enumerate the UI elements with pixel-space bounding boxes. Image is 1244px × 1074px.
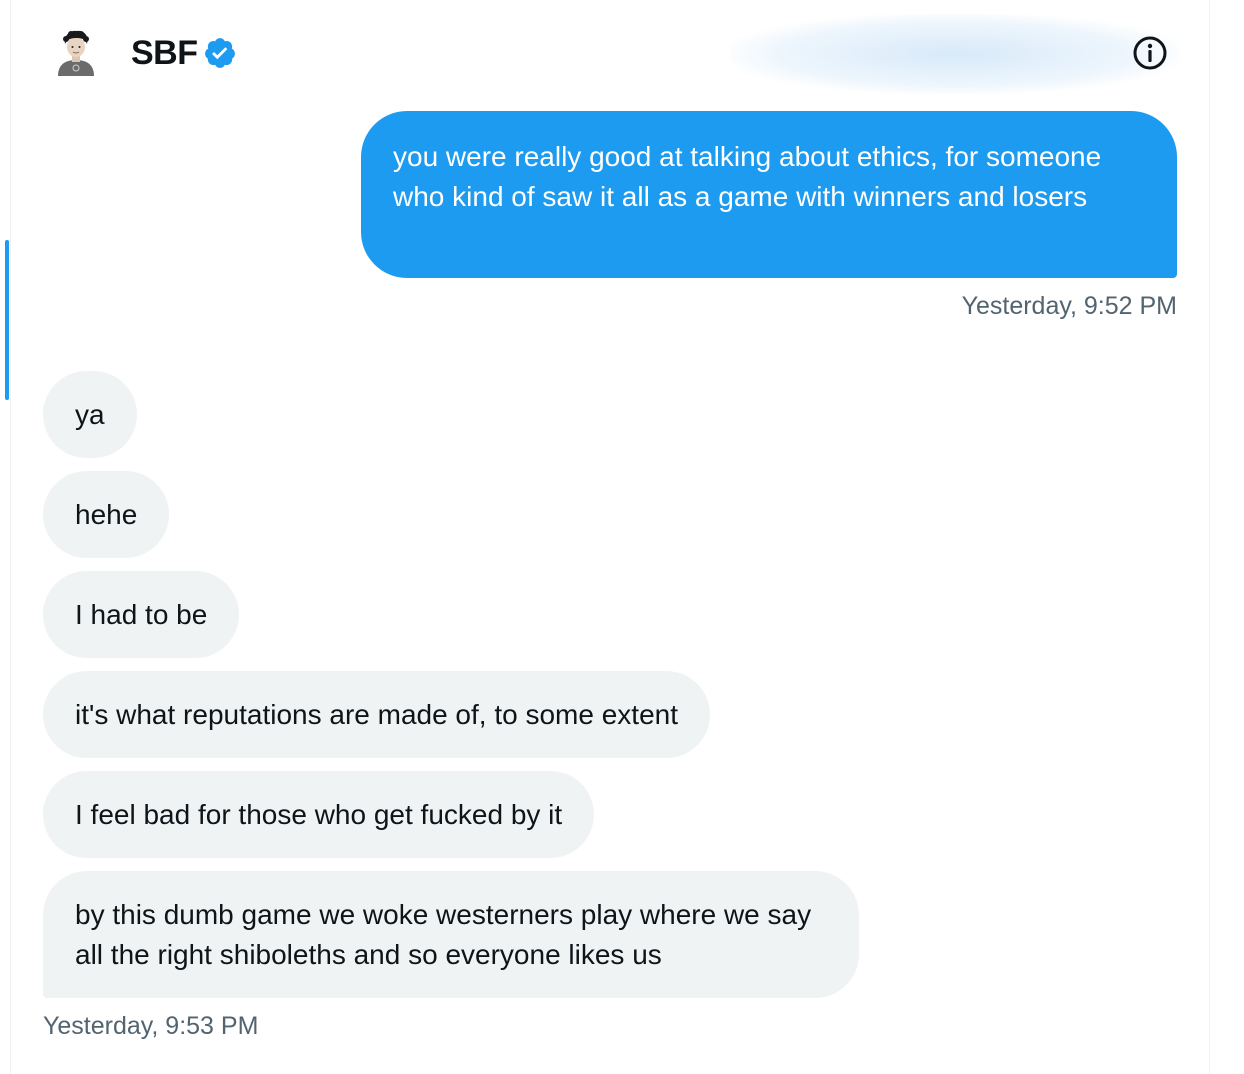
avatar[interactable] bbox=[54, 30, 98, 76]
incoming-message[interactable]: ya bbox=[43, 371, 137, 458]
incoming-message[interactable]: I had to be bbox=[43, 571, 240, 658]
conversation-header: SBF bbox=[0, 0, 1244, 104]
incoming-message[interactable]: by this dumb game we woke westerners pla… bbox=[43, 871, 859, 998]
message-timestamp: Yesterday, 9:52 PM bbox=[961, 292, 1177, 320]
blurred-region bbox=[730, 14, 1180, 94]
conversation-title[interactable]: SBF bbox=[131, 34, 198, 72]
message-timestamp: Yesterday, 9:53 PM bbox=[43, 1012, 259, 1040]
verified-badge-icon bbox=[205, 38, 235, 68]
incoming-message[interactable]: I feel bad for those who get fucked by i… bbox=[43, 771, 595, 858]
active-conversation-indicator bbox=[5, 240, 9, 400]
outgoing-message[interactable]: you were really good at talking about et… bbox=[361, 111, 1177, 278]
incoming-message[interactable]: it's what reputations are made of, to so… bbox=[43, 671, 710, 758]
incoming-message[interactable]: hehe bbox=[43, 471, 170, 558]
info-icon[interactable] bbox=[1132, 35, 1168, 71]
